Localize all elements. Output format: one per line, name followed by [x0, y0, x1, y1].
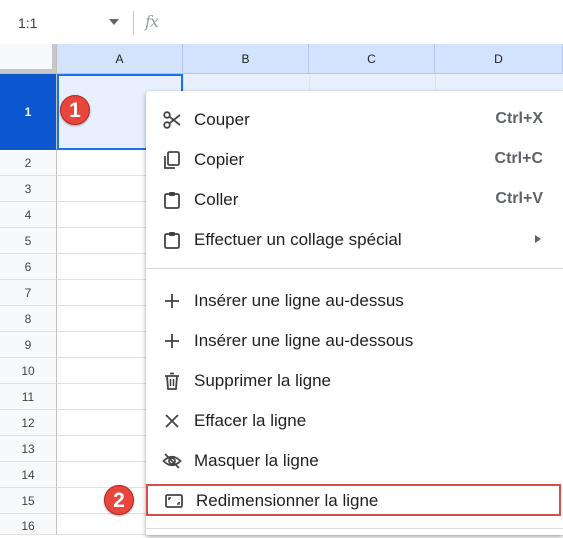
- select-all-corner[interactable]: [0, 44, 57, 74]
- shortcut-label: Ctrl+V: [495, 190, 543, 207]
- menu-item-label: Copier: [194, 150, 245, 169]
- menu-divider: [146, 528, 563, 529]
- menu-item-resize-row[interactable]: Redimensionner la ligne: [146, 484, 561, 516]
- menu-item-label: Coller: [194, 190, 239, 209]
- resize-icon: [165, 494, 183, 508]
- menu-item-insert-row-below[interactable]: Insérer une ligne au-dessous: [146, 321, 563, 361]
- fx-icon: fx: [145, 12, 159, 31]
- menu-divider: [146, 268, 563, 269]
- row-header-10[interactable]: 10: [0, 358, 57, 384]
- formula-bar: 1:1 fx: [0, 0, 563, 44]
- plus-icon: [165, 334, 179, 348]
- context-menu: Couper Ctrl+X Copier Ctrl+C Coller Ctrl+…: [146, 91, 563, 535]
- row-header-2[interactable]: 2: [0, 150, 57, 176]
- chevron-down-icon[interactable]: [107, 16, 121, 28]
- menu-item-label: Insérer une ligne au-dessus: [194, 291, 404, 310]
- column-header-a[interactable]: A: [57, 44, 183, 74]
- menu-item-label: Masquer la ligne: [194, 451, 319, 470]
- row-header-12[interactable]: 12: [0, 410, 57, 436]
- menu-item-label: Couper: [194, 110, 250, 129]
- plus-icon: [165, 294, 179, 308]
- row-header-1[interactable]: 1: [0, 74, 57, 150]
- row-header-11[interactable]: 11: [0, 384, 57, 410]
- row-header-15[interactable]: 15: [0, 488, 57, 514]
- row-header-13[interactable]: 13: [0, 436, 57, 462]
- menu-item-label: Redimensionner la ligne: [196, 491, 379, 510]
- menu-item-label: Supprimer la ligne: [194, 371, 332, 390]
- shortcut-label: Ctrl+X: [495, 110, 543, 127]
- menu-item-label: Effectuer un collage spécial: [194, 230, 402, 249]
- menu-item-hide-row[interactable]: Masquer la ligne: [146, 441, 563, 481]
- row-header-16[interactable]: 16: [0, 514, 57, 535]
- column-header-b[interactable]: B: [183, 44, 309, 74]
- eye-off-icon: [162, 453, 182, 469]
- menu-item-clear-row[interactable]: Effacer la ligne: [146, 401, 563, 441]
- trash-icon: [165, 372, 179, 390]
- close-icon: [165, 414, 179, 428]
- column-header-d[interactable]: D: [435, 44, 563, 74]
- row-header-8[interactable]: 8: [0, 306, 57, 332]
- name-box[interactable]: 1:1: [18, 15, 37, 31]
- row-header-5[interactable]: 5: [0, 228, 57, 254]
- row-header-9[interactable]: 9: [0, 332, 57, 358]
- column-header-c[interactable]: C: [309, 44, 435, 74]
- menu-item-label: Insérer une ligne au-dessous: [194, 331, 414, 350]
- row-header-3[interactable]: 3: [0, 176, 57, 202]
- menu-item-delete-row[interactable]: Supprimer la ligne: [146, 361, 563, 401]
- menu-item-paste[interactable]: Coller Ctrl+V: [146, 180, 563, 220]
- row-header-4[interactable]: 4: [0, 202, 57, 228]
- clipboard-icon: [164, 232, 180, 249]
- copy-icon: [164, 151, 180, 169]
- menu-item-copy[interactable]: Copier Ctrl+C: [146, 140, 563, 180]
- menu-item-insert-row-above[interactable]: Insérer une ligne au-dessus: [146, 281, 563, 321]
- menu-item-paste-special[interactable]: Effectuer un collage spécial: [146, 220, 563, 260]
- step-badge-1: 1: [60, 95, 90, 125]
- scissors-icon: [163, 111, 181, 129]
- shortcut-label: Ctrl+C: [494, 150, 543, 167]
- row-header-7[interactable]: 7: [0, 280, 57, 306]
- step-badge-2: 2: [104, 485, 134, 515]
- submenu-arrow-icon: [535, 235, 541, 243]
- row-header-6[interactable]: 6: [0, 254, 57, 280]
- formula-bar-separator: [133, 11, 134, 35]
- menu-item-label: Effacer la ligne: [194, 411, 307, 430]
- menu-item-cut[interactable]: Couper Ctrl+X: [146, 100, 563, 140]
- row-header-14[interactable]: 14: [0, 462, 57, 488]
- clipboard-icon: [164, 192, 180, 209]
